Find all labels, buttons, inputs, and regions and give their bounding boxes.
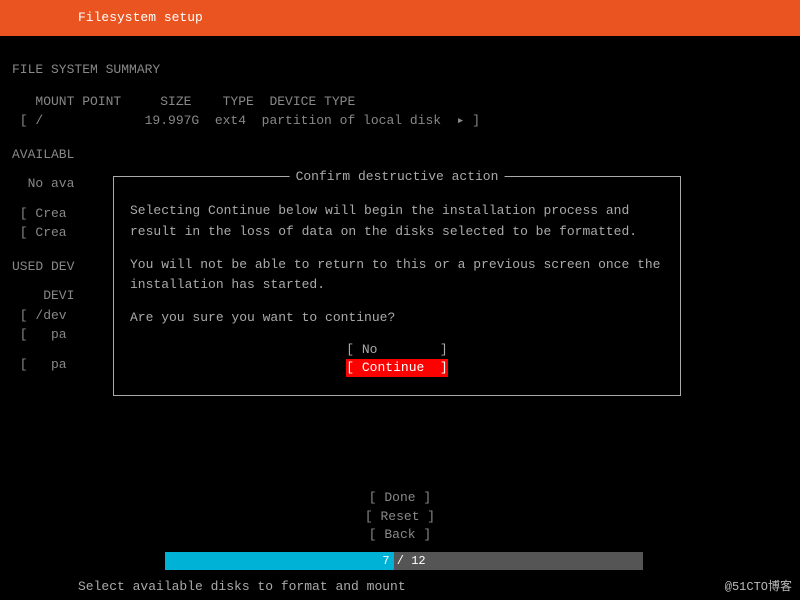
- helper-text: Select available disks to format and mou…: [78, 579, 406, 594]
- no-button[interactable]: [ No ]: [346, 342, 447, 357]
- dialog-text-2: You will not be able to return to this o…: [130, 255, 664, 297]
- reset-button[interactable]: [ Reset ]: [0, 508, 800, 526]
- dialog-buttons: [ No ] [ Continue ]: [130, 341, 664, 377]
- dialog-text-3: Are you sure you want to continue?: [130, 308, 664, 329]
- back-button[interactable]: [ Back ]: [0, 526, 800, 544]
- filesystem-summary: FILE SYSTEM SUMMARY MOUNT POINT SIZE TYP…: [12, 60, 788, 131]
- summary-row[interactable]: [ / 19.997G ext4 partition of local disk…: [12, 111, 788, 131]
- dialog-body: Selecting Continue below will begin the …: [130, 201, 664, 329]
- header-bar: Filesystem setup: [0, 0, 800, 36]
- dialog-text-1: Selecting Continue below will begin the …: [130, 201, 664, 243]
- progress-bar: 7 / 12: [165, 552, 643, 570]
- summary-heading: FILE SYSTEM SUMMARY: [12, 60, 788, 80]
- done-button[interactable]: [ Done ]: [0, 489, 800, 507]
- bottom-buttons: [ Done ] [ Reset ] [ Back ]: [0, 489, 800, 544]
- watermark: @51CTO博客: [725, 577, 792, 594]
- continue-button[interactable]: [ Continue ]: [346, 359, 447, 377]
- confirm-dialog: Confirm destructive action Selecting Con…: [113, 176, 681, 396]
- progress-text: 7 / 12: [165, 552, 643, 570]
- header-title: Filesystem setup: [78, 10, 203, 25]
- dialog-title: Confirm destructive action: [290, 169, 505, 184]
- available-heading: AVAILABL: [12, 145, 788, 165]
- summary-columns: MOUNT POINT SIZE TYPE DEVICE TYPE: [12, 92, 788, 112]
